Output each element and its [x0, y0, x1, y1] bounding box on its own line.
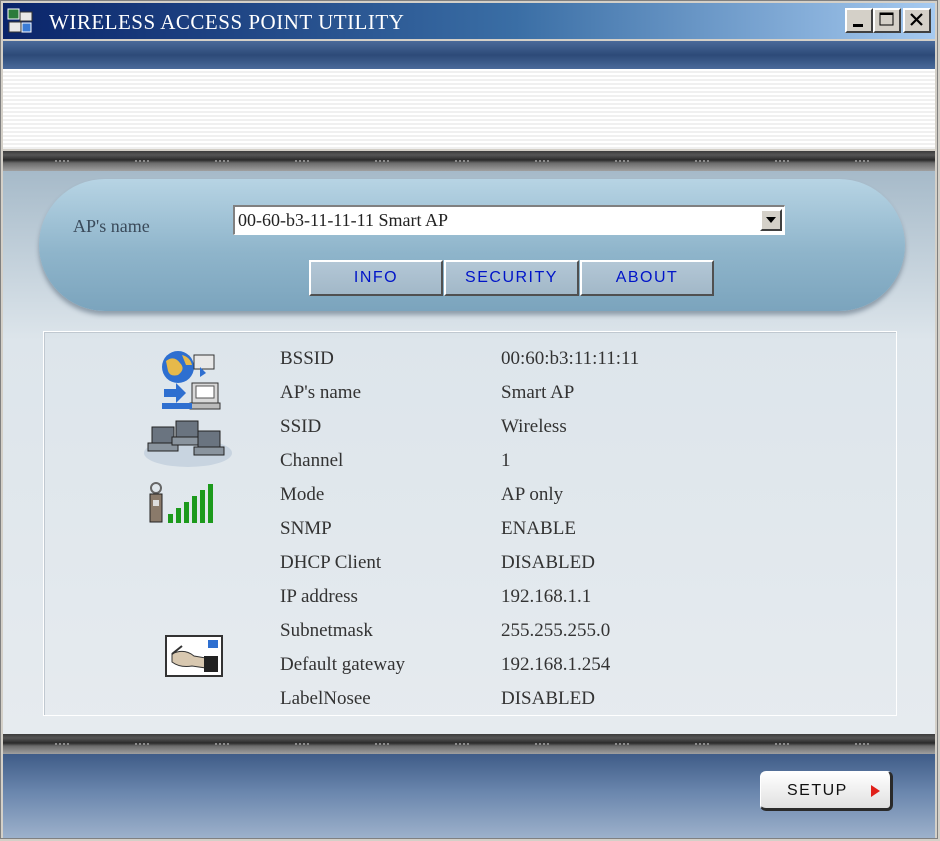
row-label-dhcp-client: DHCP Client — [280, 552, 382, 573]
divider-top — [3, 151, 935, 171]
signal-strength-icon — [149, 482, 213, 523]
computers-icon — [144, 420, 232, 467]
row-label-ip-address: IP address — [280, 586, 358, 607]
close-button[interactable] — [903, 8, 931, 33]
card-settings-icon — [165, 635, 223, 677]
minimize-icon — [853, 24, 863, 27]
row-label-labelnosee: LabelNosee — [280, 688, 371, 709]
row-label-mode: Mode — [280, 484, 325, 505]
tab-about[interactable]: ABOUT — [580, 260, 714, 296]
maximize-icon — [879, 12, 894, 26]
row-value-channel: 1 — [501, 450, 511, 471]
row-value-ssid: Wireless — [501, 416, 567, 437]
network-app-icon — [7, 8, 33, 33]
minimize-button[interactable] — [845, 8, 873, 33]
setup-button[interactable]: SETUP — [760, 771, 893, 811]
row-value-snmp: ENABLE — [501, 518, 576, 539]
play-arrow-icon — [871, 785, 880, 797]
chevron-down-icon — [766, 217, 776, 223]
row-label-ssid: SSID — [280, 416, 322, 437]
row-label-ap-name: AP's name — [280, 382, 362, 403]
ap-name-select[interactable]: 00-60-b3-11-11-11 Smart AP — [233, 205, 785, 235]
ap-name-label: AP's name — [73, 216, 150, 236]
row-label-bssid: BSSID — [280, 348, 334, 369]
title-bar[interactable]: WIRELESS ACCESS POINT UTILITY — [3, 3, 935, 39]
footer-bar: SETUP — [3, 754, 935, 838]
row-label-subnetmask: Subnetmask — [280, 620, 373, 641]
info-panel: BSSID 00:60:b3:11:11:11 AP's name Smart … — [43, 331, 897, 716]
row-value-ap-name: Smart AP — [501, 382, 575, 403]
maximize-button[interactable] — [873, 8, 901, 33]
tab-info[interactable]: INFO — [309, 260, 443, 296]
close-icon — [910, 13, 923, 26]
ap-selector-panel: AP's name 00-60-b3-11-11-11 Smart AP INF… — [39, 179, 905, 311]
dropdown-button[interactable] — [760, 209, 782, 231]
tab-security[interactable]: SECURITY — [444, 260, 579, 296]
row-value-ip-address: 192.168.1.1 — [501, 586, 592, 607]
divider-bottom — [3, 734, 935, 754]
row-value-dhcp-client: DISABLED — [501, 552, 595, 573]
row-value-default-gateway: 192.168.1.254 — [501, 654, 611, 675]
header-banner-panel — [3, 69, 935, 149]
row-value-bssid: 00:60:b3:11:11:11 — [501, 348, 640, 369]
main-content: AP's name 00-60-b3-11-11-11 Smart AP INF… — [3, 171, 935, 734]
header-banner — [3, 41, 935, 69]
row-label-snmp: SNMP — [280, 518, 332, 539]
window-title: WIRELESS ACCESS POINT UTILITY — [49, 10, 405, 34]
row-label-default-gateway: Default gateway — [280, 654, 406, 675]
ap-name-selected-value: 00-60-b3-11-11-11 Smart AP — [238, 210, 448, 230]
row-value-labelnosee: DISABLED — [501, 688, 595, 709]
setup-button-label: SETUP — [787, 782, 848, 799]
row-value-subnetmask: 255.255.255.0 — [501, 620, 611, 641]
app-window: WIRELESS ACCESS POINT UTILITY AP's name … — [0, 0, 938, 839]
globe-network-icon — [162, 351, 221, 410]
row-value-mode: AP only — [501, 484, 564, 505]
row-label-channel: Channel — [280, 450, 344, 471]
